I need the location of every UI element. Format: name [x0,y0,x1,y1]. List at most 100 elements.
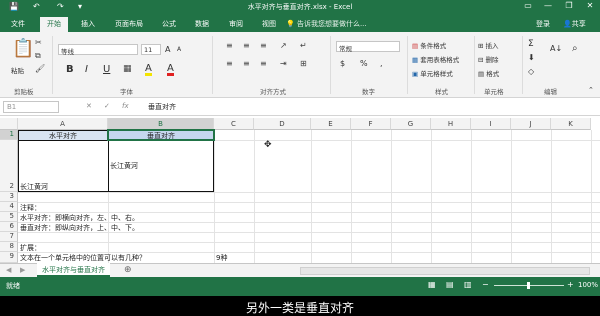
cancel-icon[interactable]: ✕ [86,102,92,110]
row-header[interactable]: 6 [0,222,18,232]
cell-a4[interactable]: 注释： [20,203,41,213]
format-as-table-button[interactable]: ▦ 套用表格格式 [412,54,459,64]
enter-icon[interactable]: ✓ [104,102,110,110]
grow-font-icon[interactable]: A [165,45,170,54]
percent-icon[interactable]: % [360,59,368,68]
sheet-tab[interactable]: 水平对齐与垂直对齐 [37,263,110,277]
zoom-slider-thumb[interactable] [527,282,530,289]
column-header[interactable]: J [511,118,551,130]
cell-a2[interactable]: 长江黄河 [20,182,48,192]
cut-icon[interactable]: ✂ [35,38,42,47]
minimize-button[interactable]: — [541,1,555,10]
cell-a6[interactable]: 垂直对齐：即纵向对齐，上、中、下。 [20,223,139,233]
tab-file[interactable]: 文件 [11,19,25,29]
page-break-view-icon[interactable]: ▥ [464,280,472,289]
indent-icon[interactable]: ⇥ [280,59,287,68]
scroll-left-icon[interactable]: ◀ [6,266,11,274]
ribbon-display-options-icon[interactable]: ▭ [521,1,535,10]
cell-a9[interactable]: 文本在一个单元格中的位置可以有几种？ [20,253,146,263]
sort-filter-icon[interactable]: A↓ [550,44,562,53]
currency-icon[interactable]: $ [340,59,345,68]
column-header[interactable]: D [254,118,311,130]
row-header[interactable]: 3 [0,192,18,202]
cell-a5[interactable]: 水平对齐：即横向对齐，左、中、右。 [20,213,139,223]
align-right-icon[interactable]: ≡ [260,59,267,68]
comma-icon[interactable]: , [380,59,383,68]
row-header[interactable]: 9 [0,252,18,263]
underline-button[interactable]: U [103,64,110,75]
conditional-formatting-button[interactable]: ▤ 条件格式 [412,40,446,50]
paste-button-label[interactable]: 粘贴 [11,65,24,75]
tab-page-layout[interactable]: 页面布局 [115,19,143,29]
row-header[interactable]: 7 [0,232,18,242]
tab-review[interactable]: 审阅 [229,19,243,29]
clear-icon[interactable]: ◇ [528,67,534,76]
worksheet-grid[interactable]: A B C D E F G H I J K 1 2 3 4 5 6 7 8 9 [0,118,600,263]
bold-button[interactable]: B [66,64,74,75]
tab-formulas[interactable]: 公式 [162,19,176,29]
column-header[interactable]: I [471,118,511,130]
cell-a8[interactable]: 扩展： [20,243,41,253]
share-button[interactable]: 👤共享 [563,19,586,29]
formula-input[interactable]: 垂直对齐 [148,102,176,112]
row-header[interactable]: 2 [0,140,18,192]
normal-view-icon[interactable]: ▦ [428,280,436,289]
name-box[interactable]: B1 [3,101,59,113]
column-header[interactable]: E [311,118,351,130]
align-bottom-icon[interactable]: ≡ [260,41,267,50]
font-color-icon[interactable]: A [167,64,174,76]
tab-home[interactable]: 开始 [40,17,68,32]
row-header[interactable]: 1 [0,130,18,140]
insert-cells-button[interactable]: ⊞ 插入 [478,40,499,50]
column-header[interactable]: K [551,118,591,130]
tab-view[interactable]: 视图 [262,19,276,29]
format-cells-button[interactable]: ▤ 格式 [478,68,499,78]
scroll-right-icon[interactable]: ▶ [20,266,25,274]
cell-b2[interactable]: 长江黄河 [110,161,138,171]
sign-in-link[interactable]: 登录 [536,19,550,29]
align-center-icon[interactable]: ≡ [243,59,250,68]
font-name-dropdown[interactable]: 等线 [58,44,138,56]
column-header[interactable]: A [18,118,108,130]
column-header[interactable]: F [351,118,391,130]
find-select-icon[interactable]: ⌕ [572,43,578,54]
column-header[interactable]: C [214,118,254,130]
align-middle-icon[interactable]: ≡ [243,41,250,50]
fill-icon[interactable]: ⬇ [528,53,535,62]
fill-color-icon[interactable]: A [145,64,152,76]
select-all-corner[interactable] [0,118,18,130]
italic-button[interactable]: I [85,64,88,75]
collapse-ribbon-icon[interactable]: ⌃ [588,86,594,94]
wrap-text-icon[interactable]: ↵ [300,41,307,50]
column-header[interactable]: G [391,118,431,130]
row-header[interactable]: 5 [0,212,18,222]
align-left-icon[interactable]: ≡ [226,59,233,68]
maximize-button[interactable]: ❐ [562,1,576,10]
align-top-icon[interactable]: ≡ [226,41,233,50]
horizontal-scrollbar[interactable] [300,267,590,275]
delete-cells-button[interactable]: ⊟ 删除 [478,54,499,64]
merge-center-icon[interactable]: ⊞ [300,59,307,68]
borders-icon[interactable]: ▦ [123,64,132,74]
add-sheet-icon[interactable]: ⊕ [124,265,132,275]
tab-insert[interactable]: 插入 [81,19,95,29]
tab-data[interactable]: 数据 [195,19,209,29]
format-painter-icon[interactable]: 🖌 [35,64,45,73]
number-format-dropdown[interactable]: 常规 [336,41,400,53]
row-header[interactable]: 4 [0,202,18,212]
cell-a1[interactable]: 水平对齐 [18,131,108,141]
font-size-dropdown[interactable]: 11 [141,44,161,55]
insert-function-icon[interactable]: fx [122,102,129,110]
tell-me-box[interactable]: 💡 告诉我您想要做什么... [286,19,367,29]
orientation-icon[interactable]: ↗ [280,41,287,50]
shrink-font-icon[interactable]: A [177,46,181,53]
cell-c9[interactable]: 9种 [216,253,227,263]
autosum-icon[interactable]: Σ [528,39,534,49]
zoom-level[interactable]: 100% [578,281,598,289]
zoom-out-button[interactable]: − [482,280,489,289]
page-layout-view-icon[interactable]: ▤ [446,280,454,289]
close-button[interactable]: ✕ [583,1,597,10]
copy-icon[interactable]: ⧉ [35,51,41,61]
paste-icon[interactable]: 📋 [12,38,34,59]
row-header[interactable]: 8 [0,242,18,252]
